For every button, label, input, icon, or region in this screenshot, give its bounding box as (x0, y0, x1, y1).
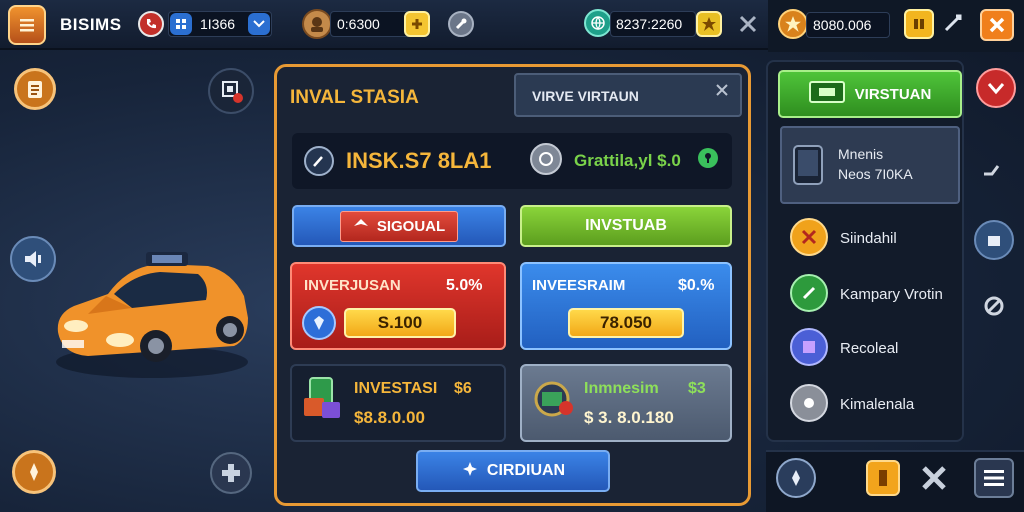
highlight-line1: Mnenis (838, 146, 884, 162)
tab-close-icon[interactable] (714, 82, 730, 103)
shop-icon[interactable] (904, 9, 934, 39)
avatar-icon[interactable] (302, 9, 332, 39)
brand-title: BISIMS (60, 15, 122, 34)
stat-value: 1I366 (200, 16, 236, 32)
star-add-icon[interactable] (696, 11, 722, 37)
signal-button-label: SIGOUAL (376, 217, 446, 235)
phone-device-icon (792, 144, 824, 186)
coin-stack-icon (530, 143, 562, 175)
coins-value: 0:6300 (337, 16, 380, 32)
trophy-star-icon (778, 9, 808, 39)
menu-icon[interactable] (974, 458, 1014, 498)
info-left-value: INSK.S7 8LA1 (346, 148, 492, 173)
card-title: INVERJUSAN (304, 277, 401, 294)
card-value-button[interactable]: 78.050 (568, 308, 684, 338)
list-item-icon-4 (790, 384, 828, 422)
panel-title: INVAL STASIA (290, 87, 419, 108)
map-icon[interactable] (208, 68, 254, 114)
dpad-icon[interactable] (210, 452, 252, 494)
tablet-money-icon (302, 376, 344, 422)
settings-icon[interactable] (942, 12, 966, 36)
gear-chart-icon (530, 378, 576, 420)
pin-icon[interactable] (980, 160, 1006, 186)
sync-icon[interactable] (982, 294, 1008, 320)
wrench-icon[interactable] (448, 11, 474, 37)
card-title: INVESTASI (354, 380, 438, 397)
list-item-icon-1 (790, 218, 828, 256)
tab-virtual[interactable]: VIRVE VIRTAUN (514, 73, 742, 117)
signal-button[interactable]: SIGOUAL (292, 205, 506, 247)
card-percent: $0.% (678, 277, 715, 294)
card-value-button[interactable]: S.100 (344, 308, 456, 338)
alert-icon[interactable] (976, 68, 1016, 108)
list-item-label[interactable]: Kimalenala (840, 396, 914, 413)
house-icon[interactable] (974, 220, 1014, 260)
clipboard-icon[interactable] (14, 68, 56, 110)
globe-icon[interactable] (584, 9, 612, 37)
trophy-pill: 8080.006 (806, 12, 890, 38)
list-item-icon-3 (790, 328, 828, 366)
trophy-value: 8080.006 (813, 17, 872, 33)
refresh-icon (461, 460, 479, 483)
taxi-car-image (48, 244, 252, 384)
tab-label: VIRVE VIRTAUN (532, 88, 639, 104)
tools-icon[interactable] (918, 462, 952, 496)
phone-icon[interactable] (138, 11, 164, 37)
card-percent: $3 (688, 380, 706, 397)
diamond-icon (302, 306, 336, 340)
list-item-label[interactable]: Recoleal (840, 340, 898, 357)
list-item-label[interactable]: Siindahil (840, 230, 897, 247)
card-title: INVEESRAIM (532, 277, 626, 294)
grid-icon (170, 13, 192, 35)
cash-icon (808, 81, 845, 107)
card-value: $8.8.0.00 (354, 408, 425, 427)
plane-icon (353, 217, 369, 236)
close-icon[interactable] (736, 12, 760, 36)
close-menu-icon[interactable] (980, 9, 1014, 41)
stat-pill: 1I366 (168, 11, 272, 37)
gems-pill: 8237:2260 (610, 11, 696, 37)
journal-icon[interactable] (866, 460, 900, 496)
chevron-down-icon[interactable] (248, 13, 270, 35)
list-item-label[interactable]: Kampary Vrotin (840, 286, 943, 303)
compass-icon[interactable] (12, 450, 56, 494)
highlight-line2: Neos 7I0KA (838, 166, 913, 182)
card-percent: 5.0% (446, 277, 483, 294)
gems-value: 8237:2260 (616, 16, 683, 32)
list-item-icon-2 (790, 274, 828, 312)
info-right-value: Grattila,yl $.0 (574, 151, 681, 170)
invest-button[interactable]: INVSTUAB (520, 205, 732, 247)
guidance-button-label: CIRDIUAN (486, 462, 566, 479)
info-icon[interactable] (698, 148, 718, 168)
shield-logo-icon[interactable] (8, 5, 46, 45)
virtual-header-label: VIRSTUAN (854, 85, 932, 103)
navigation-icon[interactable] (776, 458, 816, 498)
virtual-header-button[interactable]: VIRSTUAN (778, 70, 962, 118)
card-value: 78.050 (600, 313, 652, 332)
speedometer-icon (304, 146, 334, 176)
card-percent: $6 (454, 380, 472, 397)
add-coins-icon[interactable] (404, 11, 430, 37)
card-value: S.100 (377, 313, 423, 332)
card-title: Inmnesim (584, 380, 659, 397)
invest-button-label: INVSTUAB (585, 217, 667, 234)
guidance-button[interactable]: CIRDIUAN (416, 450, 610, 492)
card-value: $ 3. 8.0.180 (584, 408, 674, 427)
